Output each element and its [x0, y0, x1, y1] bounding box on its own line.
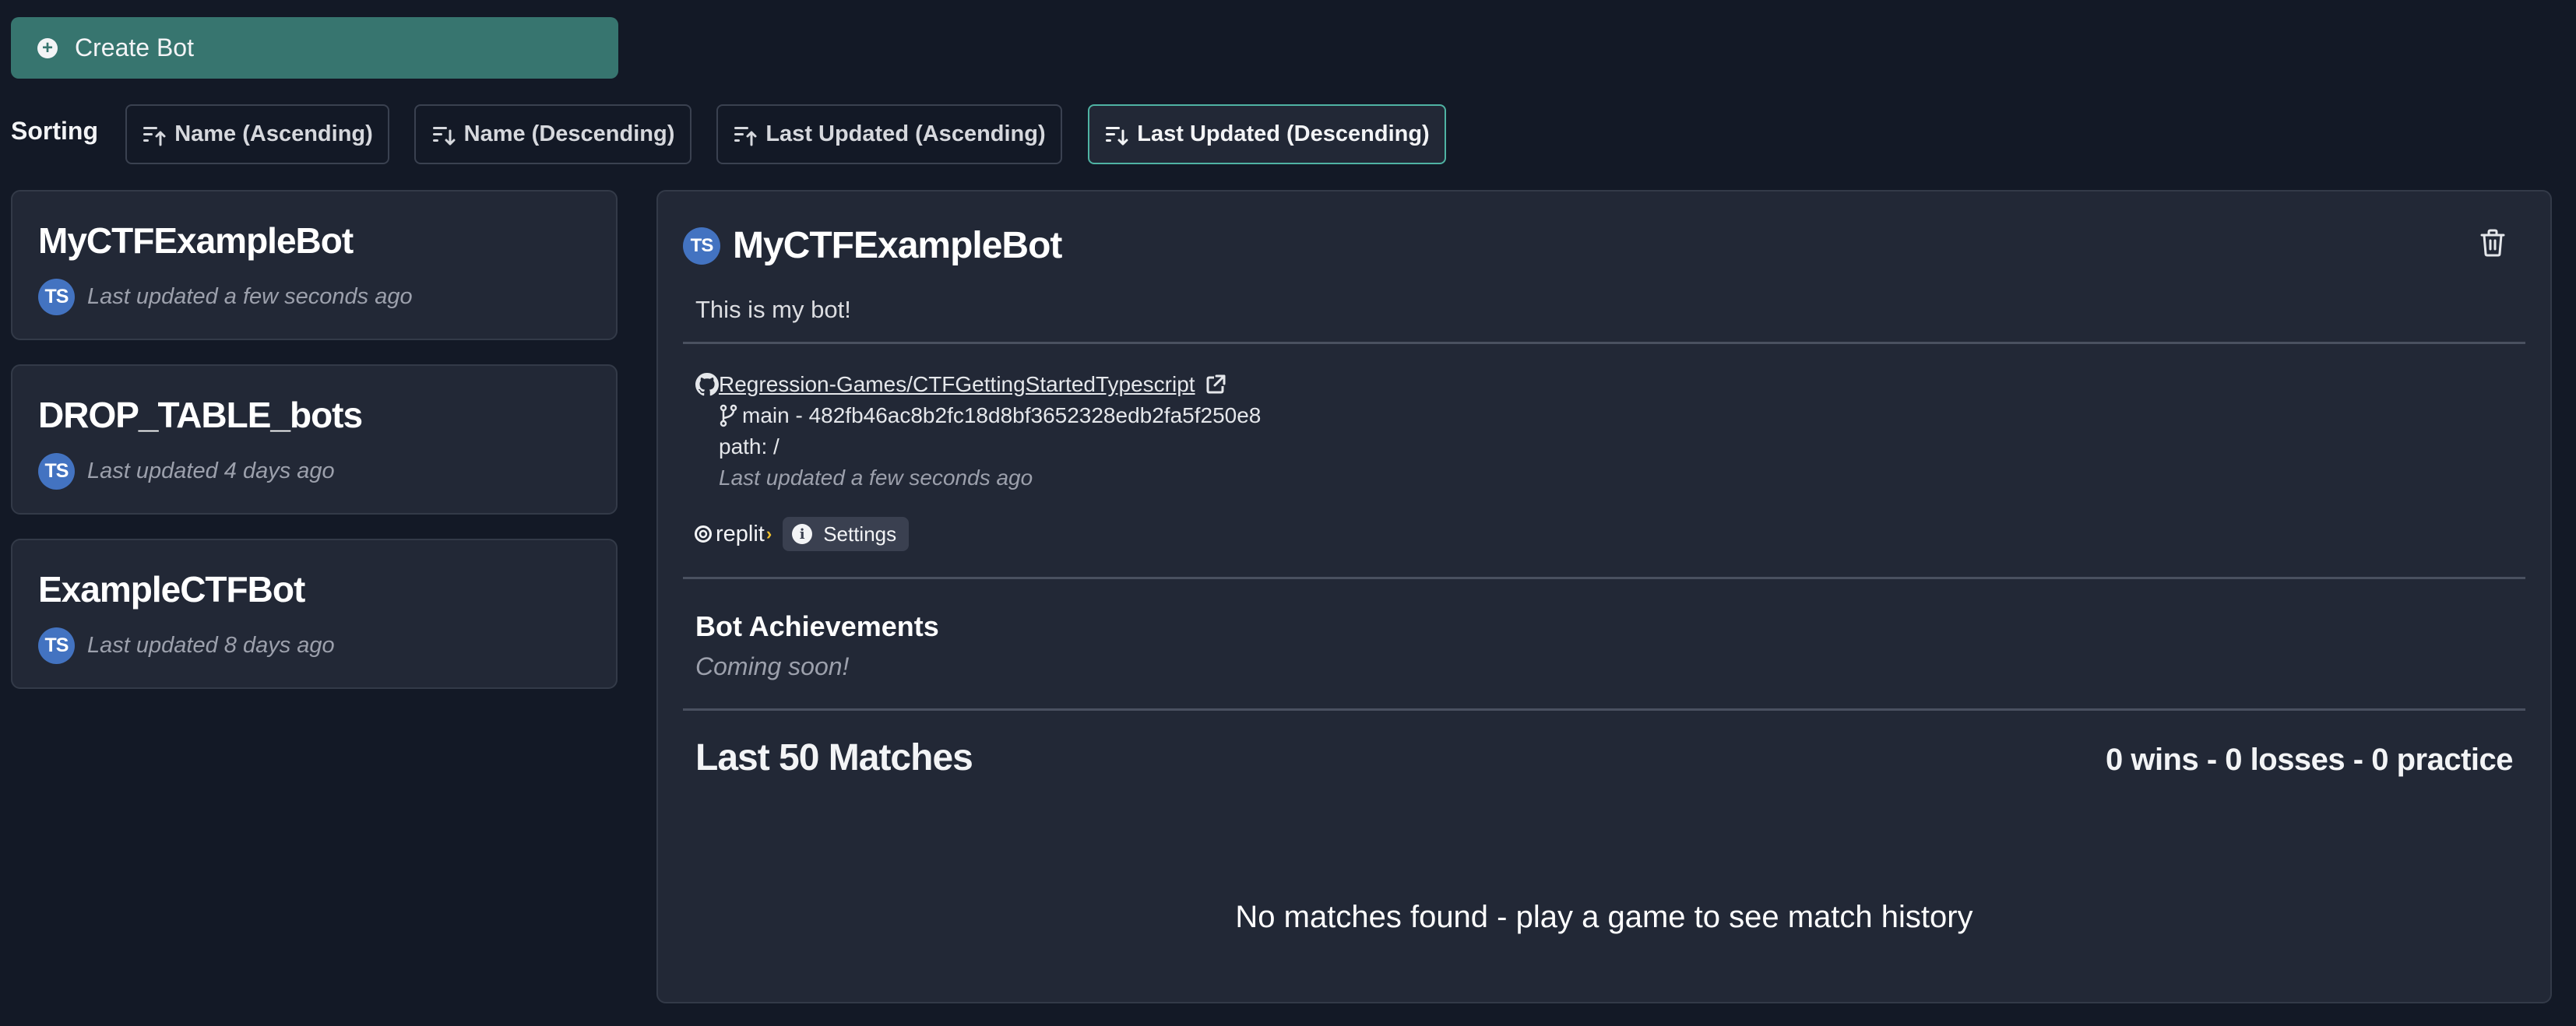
info-icon: i — [792, 524, 813, 544]
sort-name-descending-button[interactable]: Name (Descending) — [414, 104, 692, 164]
bot-name: DROP_TABLE_bots — [38, 395, 363, 435]
matches-title: Last 50 Matches — [695, 737, 973, 778]
achievements-subtitle: Coming soon! — [695, 652, 850, 680]
sorting-label: Sorting — [11, 117, 98, 145]
bot-detail-title: MyCTFExampleBot — [733, 225, 1062, 266]
sort-label: Last Updated (Descending) — [1137, 121, 1430, 146]
sort-ascending-icon — [734, 126, 757, 146]
divider — [683, 708, 2525, 711]
divider — [683, 577, 2525, 579]
repo-updated: Last updated a few seconds ago — [719, 466, 1033, 490]
replit-icon — [695, 525, 712, 543]
bot-updated: Last updated 8 days ago — [87, 633, 335, 658]
branch-commit: main - 482fb46ac8b2fc18d8bf3652328edb2fa… — [742, 403, 1262, 427]
typescript-badge: TS — [683, 227, 720, 265]
sort-updated-descending-button[interactable]: Last Updated (Descending) — [1088, 104, 1446, 164]
replit-button[interactable]: replit › — [694, 522, 772, 547]
plus-circle-icon: + — [37, 37, 58, 58]
sort-descending-icon — [1106, 126, 1128, 145]
bot-name: MyCTFExampleBot — [38, 220, 354, 261]
sort-descending-icon — [432, 126, 456, 145]
repo-info: Regression-Games/CTFGettingStartedTypesc… — [695, 369, 1261, 494]
bot-card[interactable]: MyCTFExampleBot TS Last updated a few se… — [11, 190, 618, 340]
bot-updated: Last updated a few seconds ago — [87, 284, 413, 309]
sort-ascending-icon — [143, 126, 166, 146]
bot-card[interactable]: ExampleCTFBot TS Last updated 8 days ago — [11, 539, 618, 689]
bot-updated: Last updated 4 days ago — [87, 459, 335, 483]
sort-updated-ascending-button[interactable]: Last Updated (Ascending) — [716, 104, 1062, 164]
github-icon — [695, 373, 719, 396]
matches-stats: 0 wins - 0 losses - 0 practice — [2105, 743, 2514, 777]
achievements-title: Bot Achievements — [695, 610, 939, 642]
no-matches-message: No matches found - play a game to see ma… — [1235, 900, 1973, 934]
replit-chevron-icon: › — [765, 524, 772, 543]
create-bot-label: Create Bot — [75, 33, 194, 61]
typescript-badge: TS — [38, 627, 75, 664]
settings-label: Settings — [823, 522, 897, 546]
bot-name: ExampleCTFBot — [38, 569, 305, 610]
external-link-icon[interactable] — [1205, 374, 1226, 395]
bot-card[interactable]: DROP_TABLE_bots TS Last updated 4 days a… — [11, 364, 618, 515]
git-branch-icon — [720, 404, 737, 427]
create-bot-button[interactable]: + Create Bot — [11, 17, 618, 79]
replit-label: replit — [716, 521, 765, 546]
typescript-badge: TS — [38, 453, 75, 490]
sort-name-ascending-button[interactable]: Name (Ascending) — [125, 104, 389, 164]
trash-icon — [2480, 229, 2505, 257]
bot-description: This is my bot! — [695, 296, 851, 323]
repo-path: path: / — [719, 434, 779, 459]
settings-button[interactable]: i Settings — [783, 517, 910, 551]
divider — [683, 342, 2525, 344]
repo-link[interactable]: Regression-Games/CTFGettingStartedTypesc… — [719, 372, 1195, 397]
bot-detail-panel: TS MyCTFExampleBot This is my bot! Regre… — [656, 190, 2552, 1003]
sort-label: Name (Ascending) — [174, 121, 373, 146]
sort-label: Name (Descending) — [463, 121, 675, 146]
typescript-badge: TS — [38, 279, 75, 315]
delete-bot-button[interactable] — [2476, 226, 2510, 260]
sort-label: Last Updated (Ascending) — [765, 121, 1046, 146]
